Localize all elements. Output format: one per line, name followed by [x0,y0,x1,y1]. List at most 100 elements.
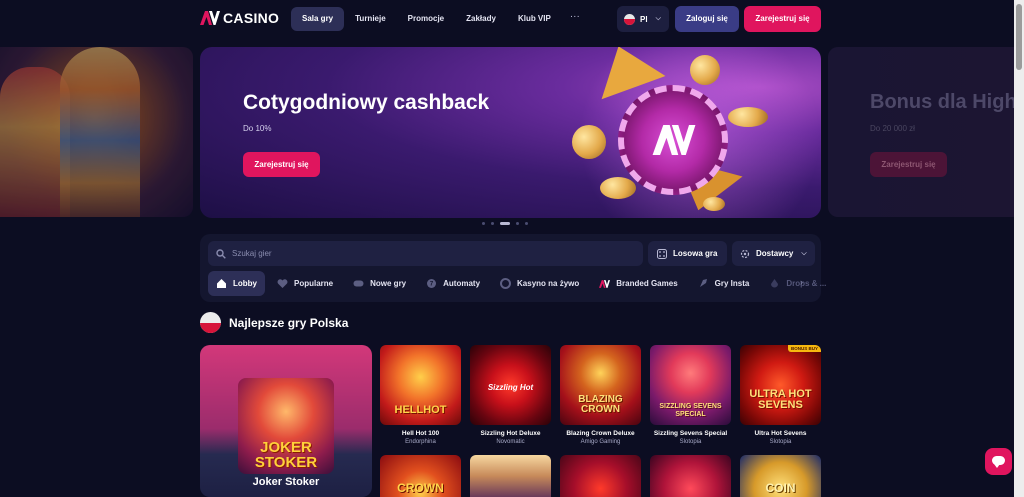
game-card[interactable]: CROWN [380,455,461,497]
providers-dropdown[interactable]: Dostawcy ⌵ [732,241,815,266]
chevron-down-icon: ⌵ [655,15,661,22]
av-chip-logo-icon [652,125,696,155]
tab-drops[interactable]: Drops & ... [761,271,834,296]
game-art-label: SIZZLING SEVENS SPECIAL [659,403,722,418]
top-header: CASINO Sala gry Turnieje Promocje Zakład… [0,0,1014,38]
next-banner[interactable]: Bonus dla High Do 20 000 zł Zarejestruj … [828,47,1014,217]
chat-support-button[interactable] [985,448,1012,475]
featured-game-card[interactable]: JOKER STOKER Joker Stoker [200,345,372,497]
game-thumbnail: Sizzling Hot [470,345,551,425]
hero-subtitle: Do 10% [243,124,272,133]
search-input[interactable]: Szukaj gier [232,249,272,258]
game-name: Ultra Hot Sevens [754,430,807,437]
coin-image [703,197,725,211]
game-art-label: CROWN [397,481,444,495]
game-provider: Endorphina [405,439,436,445]
game-card[interactable] [650,455,731,497]
category-tabs: Lobby Popularne Nowe gry 7 Automaty Kasy… [208,271,834,296]
chevron-right-icon[interactable]: › [800,277,803,287]
tab-automaty[interactable]: 7 Automaty [418,271,488,296]
language-label: Pl [640,14,648,24]
login-button[interactable]: Zaloguj się [675,6,739,32]
game-provider: Novomatic [496,439,525,445]
scrollbar-thumb[interactable] [1016,4,1022,70]
carousel-pagination [482,222,528,225]
register-button[interactable]: Zarejestruj się [744,6,821,32]
logo[interactable]: CASINO [200,10,279,26]
nav-zaklady[interactable]: Zakłady [455,7,507,31]
tab-label: Automaty [443,279,481,288]
av-brand-icon [599,279,611,288]
carousel-dot[interactable] [491,222,494,225]
casino-chip-icon [500,278,512,289]
carousel-dot[interactable] [482,222,485,225]
slot-machine-icon: 7 [427,279,437,288]
search-box[interactable]: Szukaj gier [208,241,643,266]
game-art-label: Sizzling Hot [487,383,534,392]
providers-label: Dostawcy [756,249,794,258]
nav-sala-gry[interactable]: Sala gry [291,7,345,31]
game-name: Blazing Crown Deluxe [566,430,635,437]
game-card[interactable]: HELLHOT Hell Hot 100 Endorphina [380,345,461,445]
nav-turnieje[interactable]: Turnieje [344,7,397,31]
hero-register-button[interactable]: Zarejestruj się [243,152,320,177]
hero-banner[interactable]: Cotygodniowy cashback Do 10% Zarejestruj… [200,47,821,218]
previous-banner[interactable] [0,47,193,217]
nav-klub-vip[interactable]: Klub VIP [507,7,562,31]
game-provider: Amigo Gaming [580,439,621,445]
game-name: Hell Hot 100 [401,430,440,437]
game-card[interactable]: Sizzling Hot Sizzling Hot Deluxe Novomat… [470,345,551,445]
coin-image [572,125,606,159]
av-logo-icon [200,11,220,25]
next-banner-subtitle: Do 20 000 zł [870,124,915,133]
tab-label: Drops & ... [786,279,827,288]
game-thumbnail: BLAZING CROWN [560,345,641,425]
random-game-button[interactable]: Losowa gra [648,241,727,266]
tab-label: Lobby [233,279,257,288]
game-card[interactable]: COIN [740,455,821,497]
tab-label: Gry Insta [714,279,750,288]
random-game-label: Losowa gra [673,249,718,258]
game-provider: Slotopia [679,439,702,445]
carousel-dot[interactable] [516,222,519,225]
game-card[interactable] [470,455,551,497]
poland-flag-icon [624,13,635,25]
next-banner-register-button[interactable]: Zarejestruj się [870,152,947,177]
game-thumbnail: HELLHOT [380,345,461,425]
nav-promocje[interactable]: Promocje [397,7,455,31]
game-card[interactable]: BLAZING CROWN Blazing Crown Deluxe Amigo… [560,345,641,445]
game-card[interactable]: SIZZLING SEVENS SPECIAL Sizzling Sevens … [650,345,731,445]
drops-icon [771,279,779,288]
tab-label: Nowe gry [370,279,407,288]
main-nav: Sala gry Turnieje Promocje Zakłady Klub … [291,7,588,31]
coin-image [600,177,636,199]
language-selector[interactable]: Pl ⌵ [617,6,669,32]
heart-icon [277,279,288,288]
carousel-dot-active[interactable] [500,222,510,225]
carousel-dot[interactable] [525,222,528,225]
casino-chip-image [618,85,728,195]
tab-popularne[interactable]: Popularne [269,271,341,296]
dice-icon [657,248,667,259]
rocket-icon [699,279,707,287]
tab-nowe-gry[interactable]: Nowe gry [345,271,414,296]
home-icon [217,279,226,288]
tab-kasyno-na-zywo[interactable]: Kasyno na żywo [492,271,587,296]
game-name: Sizzling Hot Deluxe [480,430,541,437]
game-filter-panel: Szukaj gier Losowa gra Dostawcy ⌵ Lobby … [200,234,826,302]
game-thumbnail: SIZZLING SEVENS SPECIAL [650,345,731,425]
coin-image [728,107,768,127]
nav-more-button[interactable]: ··· [562,7,588,31]
search-icon [216,248,226,259]
tab-branded-games[interactable]: Branded Games [591,271,685,296]
game-card[interactable] [560,455,641,497]
tab-lobby[interactable]: Lobby [208,271,265,296]
page-scrollbar[interactable] [1014,0,1024,497]
tab-label: Kasyno na żywo [517,279,580,288]
game-card[interactable]: BONUS BUY ULTRA HOT SEVENS Ultra Hot Sev… [740,345,821,445]
featured-game-name: Joker Stoker [252,476,320,488]
tab-gry-insta[interactable]: Gry Insta [690,271,758,296]
coin-image [690,55,720,85]
game-art-label: BLAZING CROWN [578,394,623,415]
logo-text: CASINO [223,10,280,26]
